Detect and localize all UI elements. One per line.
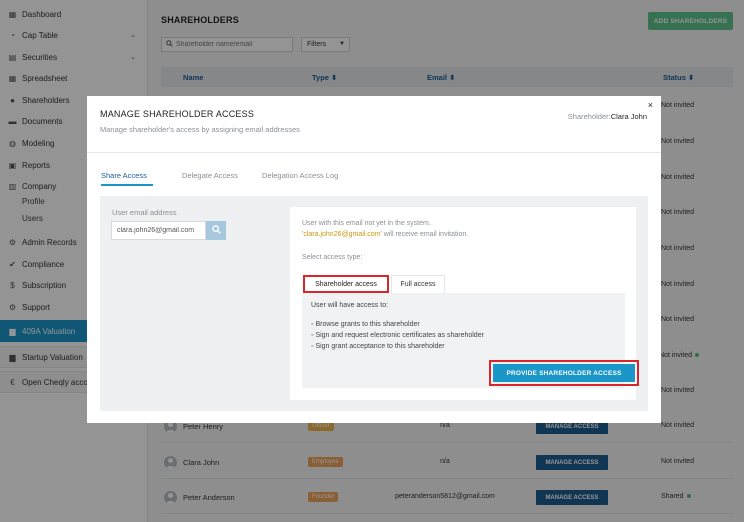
tab-share-access[interactable]: Share Access bbox=[101, 171, 147, 180]
shareholder-info: Shareholder:Clara John bbox=[568, 112, 647, 121]
manage-access-modal: MANAGE SHAREHOLDER ACCESS Manage shareho… bbox=[87, 96, 661, 423]
modal-subtitle: Manage shareholder's access by assigning… bbox=[100, 125, 300, 134]
list-item: ◦ Browse grants to this shareholder bbox=[311, 321, 420, 328]
access-description: User will have access to: ◦ Browse grant… bbox=[302, 293, 639, 388]
email-label: User email address bbox=[112, 208, 177, 217]
invite-text: will receive email invitation. bbox=[381, 231, 469, 238]
close-icon[interactable]: × bbox=[648, 100, 653, 110]
info-text: User with this email not yet in the syst… bbox=[302, 220, 431, 227]
modal-body: User email address User with this email … bbox=[100, 196, 648, 411]
shareholder-label: Shareholder: bbox=[567, 112, 611, 121]
provide-access-highlight: PROVIDE SHAREHOLDER ACCESS bbox=[489, 360, 639, 386]
shareholder-name: Clara John bbox=[610, 112, 647, 121]
full-access-tab[interactable]: Full access bbox=[391, 275, 445, 293]
modal-title: MANAGE SHAREHOLDER ACCESS bbox=[100, 109, 255, 119]
tab-delegate-access[interactable]: Delegate Access bbox=[182, 171, 238, 180]
invite-email: 'clara.john26@gmail.com' bbox=[302, 231, 382, 238]
list-item: ◦ Sign and request electronic certificat… bbox=[311, 332, 484, 339]
bullet-icon: ◦ bbox=[311, 343, 314, 350]
tab-delegation-access-log[interactable]: Delegation Access Log bbox=[262, 171, 338, 180]
divider bbox=[87, 152, 661, 153]
select-access-label: Select access type: bbox=[302, 254, 363, 261]
bullet-icon: ◦ bbox=[311, 332, 314, 339]
shareholder-access-tab[interactable]: Shareholder access bbox=[303, 275, 389, 293]
provide-shareholder-access-button[interactable]: PROVIDE SHAREHOLDER ACCESS bbox=[493, 364, 635, 382]
access-intro: User will have access to: bbox=[311, 302, 389, 309]
list-item-text: Sign and request electronic certificates… bbox=[315, 332, 484, 339]
invitation-text: 'clara.john26@gmail.com' will receive em… bbox=[302, 231, 468, 238]
list-item-text: Sign grant acceptance to this shareholde… bbox=[315, 343, 445, 350]
search-icon bbox=[211, 225, 221, 236]
list-item: ◦ Sign grant acceptance to this sharehol… bbox=[311, 343, 445, 350]
list-item-text: Browse grants to this shareholder bbox=[315, 321, 420, 328]
access-panel: User with this email not yet in the syst… bbox=[290, 207, 639, 400]
email-field[interactable] bbox=[111, 221, 206, 240]
email-search-button[interactable] bbox=[206, 221, 226, 240]
active-tab-indicator bbox=[101, 184, 153, 186]
bullet-icon: ◦ bbox=[311, 321, 314, 328]
